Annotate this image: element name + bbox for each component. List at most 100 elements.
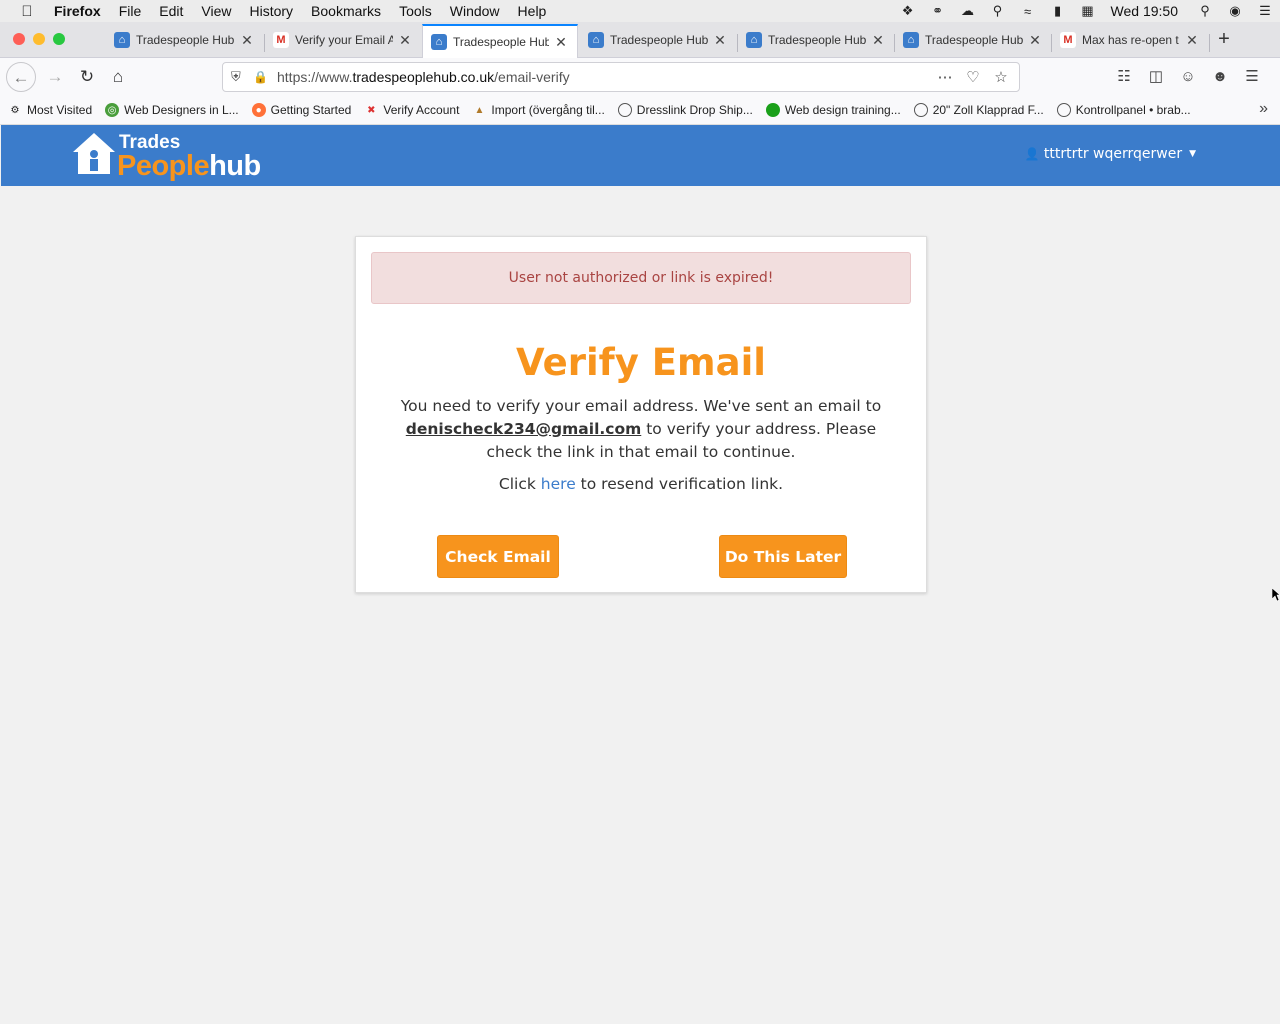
bookmarks-bar: ⚙ Most Visited ◎ Web Designers in L... ● Ge… — [0, 96, 1280, 125]
tools-icon: ✖ — [367, 104, 376, 116]
extension-icon[interactable]: ☺ — [1172, 62, 1204, 92]
close-tab-icon[interactable]: ✕ — [239, 32, 255, 49]
menu-help[interactable]: Help — [509, 3, 556, 19]
pocket-icon[interactable]: ♡ — [959, 68, 987, 86]
bookmark-web-design-training[interactable]: Web design training... — [758, 103, 906, 117]
gmail-favicon-icon: M — [1060, 32, 1076, 48]
menu-window[interactable]: Window — [441, 3, 509, 19]
menu-history[interactable]: History — [240, 3, 302, 19]
site-header: Trades Peoplehub 👤 tttrtrtr wqerrqerwer … — [1, 125, 1280, 186]
do-this-later-button[interactable]: Do This Later — [719, 535, 847, 578]
menu-bookmarks[interactable]: Bookmarks — [302, 3, 390, 19]
spotlight-search-icon[interactable]: ⚲ — [1190, 3, 1220, 19]
bookmark-dresslink[interactable]: Dresslink Drop Ship... — [610, 103, 758, 117]
bookmark-web-designers[interactable]: ◎ Web Designers in L... — [97, 103, 244, 117]
zoom-window-button[interactable] — [53, 33, 65, 45]
tab-separator — [1209, 34, 1210, 52]
error-alert: User not authorized or link is expired! — [371, 252, 911, 304]
bookmark-klapprad[interactable]: 20" Zoll Klapprad F... — [906, 103, 1049, 117]
minimize-window-button[interactable] — [33, 33, 45, 45]
green-dot-icon — [765, 103, 780, 117]
notification-center-icon[interactable]: ☰ — [1250, 3, 1280, 19]
logo-people-text: Peoplehub — [117, 150, 261, 182]
globe-icon — [617, 103, 632, 117]
tradespeople-favicon-icon: ⌂ — [746, 32, 762, 48]
bookmark-getting-started[interactable]: ● Getting Started — [244, 103, 357, 117]
check-email-button[interactable]: Check Email — [437, 535, 559, 578]
close-tab-icon[interactable]: ✕ — [553, 34, 569, 51]
siri-icon[interactable]: ◉ — [1220, 3, 1250, 19]
battery-icon[interactable]: ▮ — [1043, 3, 1073, 19]
library-icon[interactable]: ☷ — [1108, 62, 1140, 92]
hamburger-menu-icon[interactable]: ☰ — [1236, 62, 1268, 92]
verify-instructions: You need to verify your email address. W… — [400, 397, 882, 461]
calendar-icon[interactable]: ▦ — [1073, 3, 1103, 19]
bookmark-kontrollpanel[interactable]: Kontrollpanel • brab... — [1049, 103, 1196, 117]
gear-icon: ⚙ — [10, 104, 20, 116]
wifi-icon[interactable]: ≈ — [1013, 4, 1043, 19]
url-text[interactable]: https://www.tradespeoplehub.co.uk/email-… — [277, 69, 570, 85]
close-tab-icon[interactable]: ✕ — [397, 32, 413, 49]
tab-title: Verify your Email A — [295, 33, 393, 47]
tradespeople-favicon-icon: ⌂ — [114, 32, 130, 48]
menu-firefox[interactable]: Firefox — [54, 3, 110, 19]
verify-email-heading: Verify Email — [516, 341, 766, 384]
tab-4[interactable]: ⌂ Tradespeople Hub ✕ — [580, 26, 736, 54]
menu-view[interactable]: View — [192, 3, 240, 19]
close-tab-icon[interactable]: ✕ — [712, 32, 728, 49]
bookmark-star-icon[interactable]: ☆ — [987, 68, 1015, 86]
bookmark-import[interactable]: ▲ Import (övergång til... — [464, 103, 609, 117]
tradespeople-favicon-icon: ⌂ — [903, 32, 919, 48]
globe-green-icon: ◎ — [105, 103, 120, 117]
resend-here-link[interactable]: here — [541, 475, 576, 493]
menu-clock[interactable]: Wed 19:50 — [1103, 3, 1190, 19]
back-arrow-icon[interactable]: ← — [6, 62, 36, 92]
user-dropdown[interactable]: 👤 tttrtrtr wqerrqerwer ▼ — [1025, 146, 1196, 162]
close-tab-icon[interactable]: ✕ — [870, 32, 886, 49]
bookmarks-overflow-chevron-icon[interactable]: » — [1259, 100, 1268, 118]
user-icon: 👤 — [1024, 147, 1040, 161]
tab-6[interactable]: ⌂ Tradespeople Hub ✕ — [895, 26, 1051, 54]
menu-file[interactable]: File — [110, 3, 151, 19]
reload-icon[interactable]: ↻ — [72, 62, 102, 92]
url-bar[interactable]: ⛨ 🔒 https://www.tradespeoplehub.co.uk/em… — [222, 62, 1020, 92]
bookmark-verify-account[interactable]: ✖ Verify Account — [356, 103, 464, 117]
tab-1[interactable]: ⌂ Tradespeople Hub ✕ — [106, 26, 263, 54]
forward-arrow-icon[interactable]: → — [40, 62, 70, 92]
creative-cloud-icon[interactable]: ⚭ — [923, 3, 953, 19]
tradespeoplehub-logo[interactable]: Trades Peoplehub — [71, 130, 281, 182]
padlock-icon[interactable]: 🔒 — [253, 70, 269, 84]
close-tab-icon[interactable]: ✕ — [1027, 32, 1043, 49]
tradespeople-favicon-icon: ⌂ — [431, 34, 447, 50]
close-window-button[interactable] — [13, 33, 25, 45]
page-actions-icon[interactable]: ⋯ — [931, 68, 959, 86]
tab-title: Tradespeople Hub — [768, 33, 866, 47]
account-icon[interactable]: ☻ — [1204, 62, 1236, 92]
menu-edit[interactable]: Edit — [150, 3, 192, 19]
home-icon[interactable]: ⌂ — [103, 62, 133, 92]
tracking-shield-icon[interactable]: ⛨ — [231, 69, 247, 85]
new-tab-plus-icon[interactable]: + — [1212, 28, 1236, 52]
bookmark-most-visited[interactable]: ⚙ Most Visited — [0, 103, 97, 117]
close-tab-icon[interactable]: ✕ — [1184, 32, 1200, 49]
hotspot-icon[interactable]: ⚲ — [983, 3, 1013, 19]
sidebar-icon[interactable]: ◫ — [1140, 62, 1172, 92]
puzzle-icon[interactable]: ❖ — [893, 3, 923, 19]
tab-title: Tradespeople Hub — [925, 33, 1023, 47]
tab-title: Tradespeople Hub — [610, 33, 708, 47]
user-name: tttrtrtr wqerrqerwer — [1043, 146, 1183, 162]
window-controls — [13, 33, 65, 45]
navigation-bar: ← → ↻ ⌂ ⛨ 🔒 https://www.tradespeoplehub.… — [0, 58, 1280, 96]
verify-email-card: User not authorized or link is expired! … — [355, 236, 927, 593]
email-address-link[interactable]: denischeck234@gmail.com — [406, 420, 641, 438]
caret-down-icon: ▼ — [1189, 149, 1196, 159]
apple-menu-icon[interactable]:  — [0, 3, 54, 20]
menu-tools[interactable]: Tools — [390, 3, 441, 19]
tab-2[interactable]: M Verify your Email A ✕ — [265, 26, 421, 54]
house-logo-icon — [73, 133, 115, 174]
tab-3-active[interactable]: ⌂ Tradespeople Hub ✕ — [422, 24, 578, 58]
tab-5[interactable]: ⌂ Tradespeople Hub ✕ — [738, 26, 894, 54]
tab-7[interactable]: M Max has re-open t ✕ — [1052, 26, 1208, 54]
globe-icon — [1056, 103, 1071, 117]
cloud-icon[interactable]: ☁ — [953, 3, 983, 19]
